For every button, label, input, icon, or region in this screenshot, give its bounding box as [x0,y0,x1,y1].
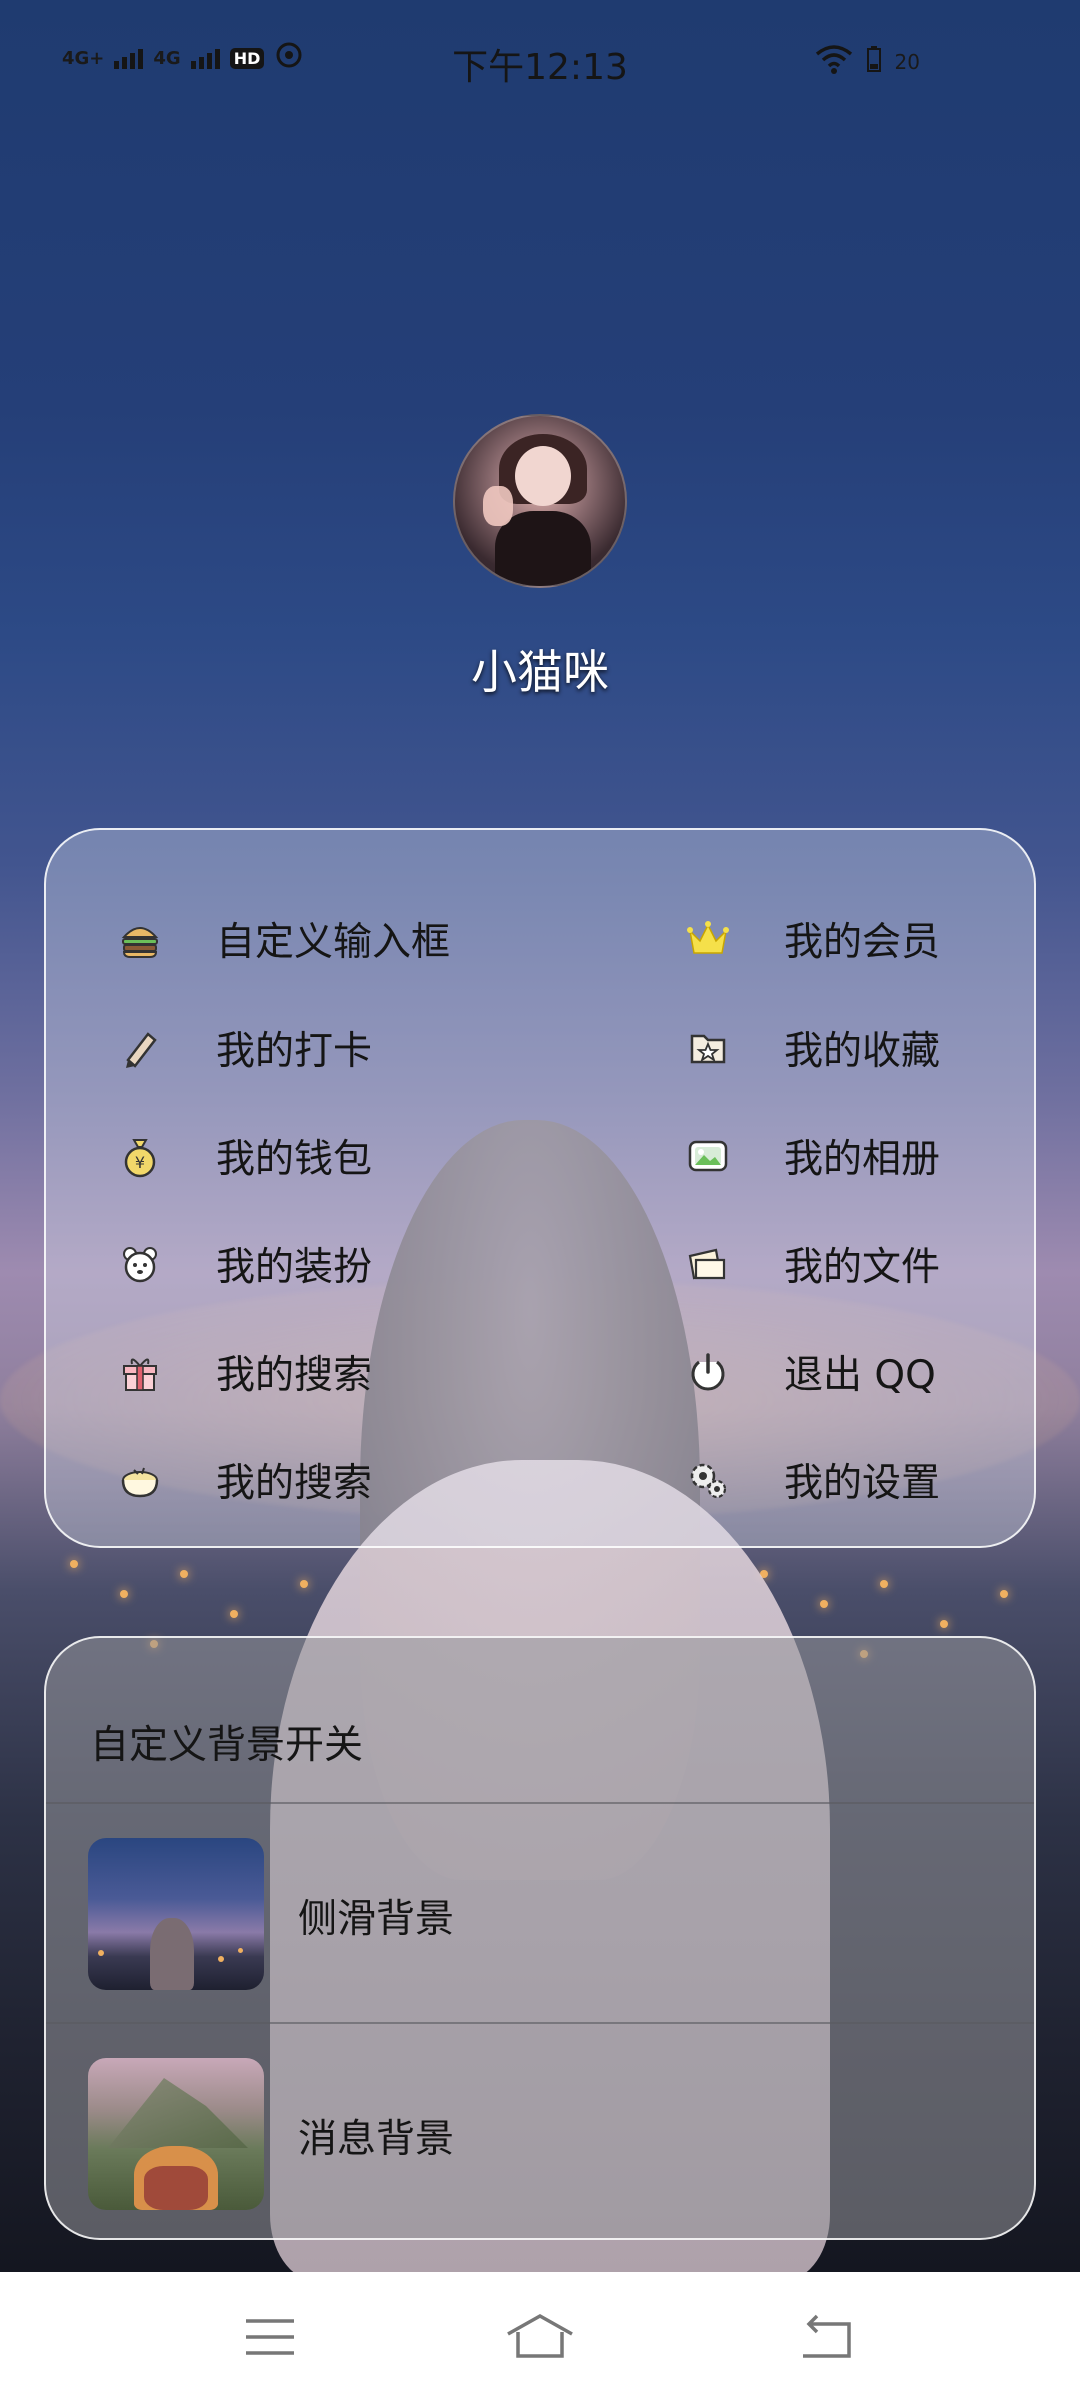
menu-item-checkin[interactable]: 我的打卡 [116,1003,536,1093]
menu-item-label: 我的收藏 [784,1029,941,1074]
menu-item-logout[interactable]: 退出 QQ [684,1327,1004,1417]
money-bag-icon: ¥ [116,1132,164,1180]
menu-item-label: 自定义输入框 [216,920,451,965]
star-folder-icon [684,1024,732,1072]
gift-box-icon [116,1348,164,1396]
menu-item-label: 我的设置 [784,1461,941,1506]
sidebar-background-thumbnail[interactable] [88,1838,264,1990]
menu-item-label: 我的搜索 [216,1353,373,1398]
background-settings-card: 自定义背景开关 侧滑背景 消息背景 [44,1636,1036,2240]
avatar[interactable] [453,414,627,588]
menu-item-settings[interactable]: 我的设置 [684,1435,1004,1525]
menu-item-label: 我的装扮 [216,1245,373,1290]
back-nav-button[interactable] [785,2302,865,2372]
message-background-thumbnail[interactable] [88,2058,264,2210]
home-icon [507,2313,573,2358]
sidebar-background-label: 侧滑背景 [298,1897,455,1942]
menu-item-album[interactable]: 我的相册 [684,1111,1004,1201]
crown-icon [684,915,732,963]
hamburger-icon [246,2319,294,2355]
menu-item-label: 退出 QQ [784,1353,936,1398]
menu-card: 自定义输入框 我的打卡 ¥ 我的钱包 我的装扮 我的搜索 我的搜索 我的会员 我… [44,828,1036,1548]
pencil-icon [116,1024,164,1072]
menu-item-files[interactable]: 我的文件 [684,1219,1004,1309]
menu-item-dressup[interactable]: 我的装扮 [116,1219,536,1309]
files-icon [684,1240,732,1288]
battery-icon [866,46,881,77]
menu-nav-button[interactable] [230,2302,310,2372]
username[interactable]: 小猫咪 [0,636,1080,702]
menu-item-custom-input[interactable]: 自定义输入框 [116,894,536,984]
svg-text:¥: ¥ [135,1153,145,1172]
back-icon [803,2314,851,2358]
menu-item-label: 我的相册 [784,1137,941,1182]
battery-level: 20 [894,49,920,74]
menu-item-search-2[interactable]: 我的搜索 [116,1435,536,1525]
menu-item-label: 我的文件 [784,1245,941,1290]
power-icon [684,1348,732,1396]
settings-icon [684,1456,732,1504]
sidebar-background-row[interactable]: 侧滑背景 [46,1804,1034,2024]
status-bar: 4G+ 4G HD 下午12:13 20 [0,0,1080,120]
burger-icon [116,915,164,963]
menu-item-search[interactable]: 我的搜索 [116,1327,536,1417]
menu-item-label: 我的会员 [784,920,941,965]
menu-item-label: 我的打卡 [216,1029,373,1074]
menu-item-label: 我的搜索 [216,1461,373,1506]
menu-item-vip[interactable]: 我的会员 [684,894,1004,984]
bowl-icon [116,1456,164,1504]
menu-item-label: 我的钱包 [216,1137,373,1182]
bear-face-icon [116,1240,164,1288]
message-background-row[interactable]: 消息背景 [46,2024,1034,2238]
photo-icon [684,1132,732,1180]
wifi-icon [815,44,853,79]
menu-item-favorites[interactable]: 我的收藏 [684,1003,1004,1093]
menu-item-wallet[interactable]: ¥ 我的钱包 [116,1111,536,1201]
home-nav-button[interactable] [500,2302,580,2372]
navigation-bar [0,2272,1080,2400]
status-right: 20 [815,44,920,79]
message-background-label: 消息背景 [298,2117,455,2162]
background-settings-title: 自定义背景开关 [90,1723,364,1768]
